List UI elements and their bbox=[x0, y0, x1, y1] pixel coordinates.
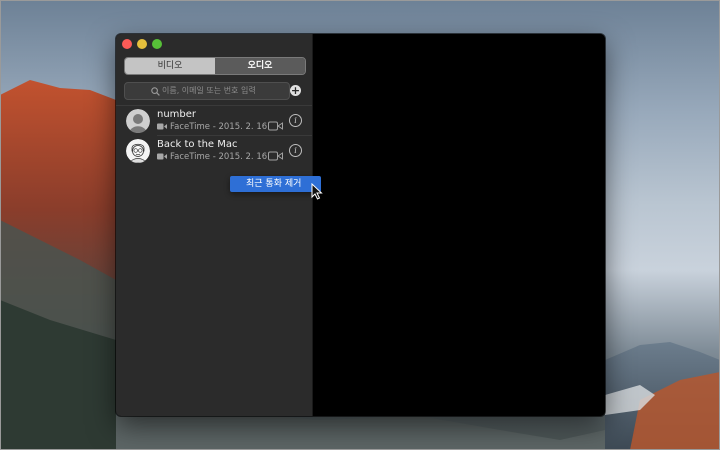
menu-item-remove-recent-call[interactable]: 최근 통화 제거 bbox=[230, 176, 321, 192]
recent-call-row[interactable]: number FaceTime - 2015. 2. 16. i bbox=[116, 106, 312, 136]
recent-call-row[interactable]: Back to the Mac FaceTime - 2015. 2. 16. … bbox=[116, 136, 312, 166]
call-detail-text: FaceTime - 2015. 2. 16. bbox=[170, 122, 270, 132]
maximize-button[interactable] bbox=[152, 39, 162, 49]
contact-name: Back to the Mac bbox=[157, 139, 238, 150]
call-detail: FaceTime - 2015. 2. 16. bbox=[157, 122, 270, 133]
call-detail-text: FaceTime - 2015. 2. 16. bbox=[170, 152, 270, 162]
tab-audio[interactable]: 오디오 bbox=[215, 58, 305, 74]
video-camera-icon bbox=[157, 123, 167, 133]
info-icon[interactable]: i bbox=[289, 144, 302, 157]
search-field[interactable]: 이름, 이메일 또는 번호 입력 bbox=[124, 82, 290, 100]
video-camera-icon bbox=[157, 153, 167, 163]
search-icon bbox=[151, 86, 160, 102]
info-icon[interactable]: i bbox=[289, 114, 302, 127]
avatar bbox=[126, 109, 150, 133]
search-placeholder: 이름, 이메일 또는 번호 입력 bbox=[162, 86, 256, 95]
mouse-pointer-icon bbox=[311, 182, 323, 204]
context-menu: 최근 통화 제거 bbox=[230, 176, 321, 192]
sidebar: 비디오 오디오 이름, 이메일 또는 번호 입력 + number FaceTi… bbox=[116, 34, 313, 416]
video-preview-area bbox=[313, 34, 605, 416]
minimize-button[interactable] bbox=[137, 39, 147, 49]
video-camera-icon[interactable] bbox=[268, 116, 283, 135]
avatar bbox=[126, 139, 150, 163]
add-icon[interactable]: + bbox=[290, 85, 301, 96]
call-type-segmented-control: 비디오 오디오 bbox=[124, 57, 306, 75]
facetime-window: 비디오 오디오 이름, 이메일 또는 번호 입력 + number FaceTi… bbox=[116, 34, 605, 416]
close-button[interactable] bbox=[122, 39, 132, 49]
tab-video[interactable]: 비디오 bbox=[125, 58, 215, 74]
video-camera-icon[interactable] bbox=[268, 146, 283, 165]
call-detail: FaceTime - 2015. 2. 16. bbox=[157, 152, 270, 163]
contact-name: number bbox=[157, 109, 197, 120]
